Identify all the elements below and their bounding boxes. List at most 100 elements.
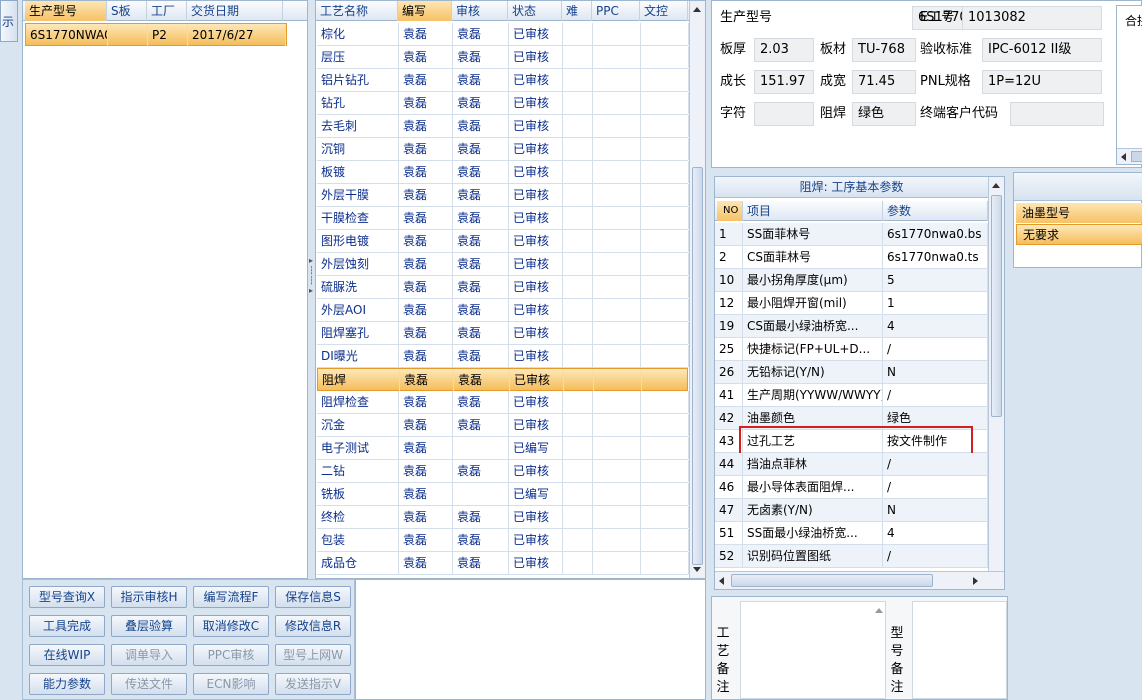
- process-row[interactable]: 板镀 袁磊 袁磊 已审核: [317, 161, 689, 184]
- param-row[interactable]: 19 CS面最小绿油桥宽... 4: [715, 315, 988, 338]
- param-row[interactable]: 1 SS面菲林号 6s1770nwa0.bs: [715, 223, 988, 246]
- params-col-no[interactable]: NO: [717, 201, 743, 221]
- board-material-field[interactable]: TU-768: [852, 38, 916, 62]
- legend-field[interactable]: [754, 102, 814, 126]
- params-hscroll-thumb[interactable]: [731, 574, 933, 587]
- edit-info-button[interactable]: 修改信息R: [275, 615, 351, 637]
- online-wip-button[interactable]: 在线WIP: [29, 644, 105, 666]
- process-col-reviewer[interactable]: 审核: [452, 1, 508, 21]
- process-row[interactable]: 二钻 袁磊 袁磊 已审核: [317, 460, 689, 483]
- params-col-item[interactable]: 项目: [743, 201, 883, 221]
- process-row[interactable]: 图形电镀 袁磊 袁磊 已审核: [317, 230, 689, 253]
- process-col-status[interactable]: 状态: [508, 1, 562, 21]
- process-row[interactable]: 阻焊塞孔 袁磊 袁磊 已审核: [317, 322, 689, 345]
- save-info-button[interactable]: 保存信息S: [275, 586, 351, 608]
- send-instruction-button[interactable]: 发送指示V: [275, 673, 351, 695]
- vertical-splitter[interactable]: ▸ ┆ ┆ ▸: [308, 0, 315, 579]
- model-online-button[interactable]: 型号上网W: [275, 644, 351, 666]
- left-edge-tab[interactable]: 示: [0, 0, 18, 42]
- scroll-up-icon[interactable]: [992, 183, 1000, 188]
- ink-header[interactable]: 油墨型号: [1016, 203, 1142, 223]
- process-row[interactable]: 电子测试 袁磊 已编写: [317, 437, 689, 460]
- ink-value[interactable]: 无要求: [1016, 224, 1142, 245]
- param-row[interactable]: 25 快捷标记(FP+UL+D... /: [715, 338, 988, 361]
- process-row[interactable]: DI曝光 袁磊 袁磊 已审核: [317, 345, 689, 368]
- process-row[interactable]: 阻焊 袁磊 袁磊 已审核: [317, 368, 690, 391]
- merge-hscroll-thumb[interactable]: [1131, 151, 1142, 162]
- process-col-writer[interactable]: 编写: [398, 1, 452, 21]
- process-row[interactable]: 铝片钻孔 袁磊 袁磊 已审核: [317, 69, 689, 92]
- process-notes-box[interactable]: [740, 601, 886, 699]
- order-col-model[interactable]: 生产型号: [25, 1, 107, 21]
- import-order-button[interactable]: 调单导入: [111, 644, 187, 666]
- review-instruction-button[interactable]: 指示审核H: [111, 586, 187, 608]
- process-col-name[interactable]: 工艺名称: [316, 1, 398, 21]
- process-col-doc-control[interactable]: 文控: [640, 1, 688, 21]
- param-row[interactable]: 26 无铅标记(Y/N) N: [715, 361, 988, 384]
- param-row[interactable]: 43 过孔工艺 按文件制作: [715, 430, 988, 453]
- tool-done-button[interactable]: 工具完成: [29, 615, 105, 637]
- process-row[interactable]: 外层AOI 袁磊 袁磊 已审核: [317, 299, 689, 322]
- scroll-down-icon[interactable]: [693, 567, 701, 572]
- process-row[interactable]: 铣板 袁磊 已编写: [317, 483, 689, 506]
- param-row[interactable]: 42 油墨颜色 绿色: [715, 407, 988, 430]
- acceptance-standard-field[interactable]: IPC-6012 II级: [982, 38, 1102, 62]
- order-row[interactable]: 6S1770NWA0 P2 2017/6/27: [25, 23, 287, 46]
- process-row[interactable]: 硫脲洗 袁磊 袁磊 已审核: [317, 276, 689, 299]
- scroll-right-icon[interactable]: [973, 577, 978, 585]
- params-hscroll[interactable]: [715, 571, 1004, 589]
- process-row[interactable]: 层压 袁磊 袁磊 已审核: [317, 46, 689, 69]
- process-col-difficulty[interactable]: 难: [562, 1, 592, 21]
- e-number-field[interactable]: 1013082: [962, 6, 1102, 30]
- order-col-s-board[interactable]: S板: [107, 1, 147, 21]
- params-vscroll-thumb[interactable]: [991, 195, 1002, 417]
- scroll-left-icon[interactable]: [1121, 153, 1126, 161]
- param-row[interactable]: 44 挡油点菲林 /: [715, 453, 988, 476]
- param-row[interactable]: 47 无卤素(Y/N) N: [715, 499, 988, 522]
- ecn-impact-button[interactable]: ECN影响: [193, 673, 269, 695]
- process-row[interactable]: 钻孔 袁磊 袁磊 已审核: [317, 92, 689, 115]
- cancel-edit-button[interactable]: 取消修改C: [193, 615, 269, 637]
- process-row[interactable]: 棕化 袁磊 袁磊 已审核: [317, 23, 689, 46]
- param-row[interactable]: 2 CS面菲林号 6s1770nwa0.ts: [715, 246, 988, 269]
- params-vscroll[interactable]: [988, 177, 1004, 571]
- process-row[interactable]: 去毛刺 袁磊 袁磊 已审核: [317, 115, 689, 138]
- process-row[interactable]: 沉金 袁磊 袁磊 已审核: [317, 414, 689, 437]
- process-row[interactable]: 外层蚀刻 袁磊 袁磊 已审核: [317, 253, 689, 276]
- param-row[interactable]: 12 最小阻焊开窗(mil) 1: [715, 292, 988, 315]
- process-row[interactable]: 终检 袁磊 袁磊 已审核: [317, 506, 689, 529]
- merge-hscroll[interactable]: [1117, 148, 1142, 164]
- write-flow-button[interactable]: 编写流程F: [193, 586, 269, 608]
- capability-params-button[interactable]: 能力参数: [29, 673, 105, 695]
- model-notes-box[interactable]: [912, 601, 1007, 699]
- param-row[interactable]: 52 识别码位置图纸 /: [715, 545, 988, 568]
- finished-length-field[interactable]: 151.97: [754, 70, 814, 94]
- param-row[interactable]: 10 最小拐角厚度(μm) 5: [715, 269, 988, 292]
- process-row[interactable]: 成品仓 袁磊 袁磊 已审核: [317, 552, 689, 575]
- scroll-up-icon[interactable]: [875, 608, 883, 613]
- process-row[interactable]: 外层干膜 袁磊 袁磊 已审核: [317, 184, 689, 207]
- panel-spec-field[interactable]: 1P=12U: [982, 70, 1102, 94]
- model-query-button[interactable]: 型号查询X: [29, 586, 105, 608]
- process-row[interactable]: 包装 袁磊 袁磊 已审核: [317, 529, 689, 552]
- stack-verify-button[interactable]: 叠层验算: [111, 615, 187, 637]
- end-customer-code-field[interactable]: [1010, 102, 1104, 126]
- scroll-up-icon[interactable]: [693, 7, 701, 12]
- param-row[interactable]: 51 SS面最小绿油桥宽... 4: [715, 522, 988, 545]
- params-col-value[interactable]: 参数: [883, 201, 988, 221]
- scroll-thumb[interactable]: [692, 167, 703, 565]
- solder-mask-field[interactable]: 绿色: [852, 102, 916, 126]
- send-file-button[interactable]: 传送文件: [111, 673, 187, 695]
- process-scrollbar[interactable]: [689, 1, 705, 578]
- ppc-review-button[interactable]: PPC审核: [193, 644, 269, 666]
- scroll-left-icon[interactable]: [719, 577, 724, 585]
- process-row[interactable]: 阻焊检查 袁磊 袁磊 已审核: [317, 391, 689, 414]
- process-row[interactable]: 沉铜 袁磊 袁磊 已审核: [317, 138, 689, 161]
- process-row[interactable]: 干膜检查 袁磊 袁磊 已审核: [317, 207, 689, 230]
- param-row[interactable]: 41 生产周期(YYWW/WWYY) /: [715, 384, 988, 407]
- order-col-delivery-date[interactable]: 交货日期: [187, 1, 283, 21]
- finished-width-field[interactable]: 71.45: [852, 70, 916, 94]
- order-col-factory[interactable]: 工厂: [147, 1, 187, 21]
- process-col-ppc[interactable]: PPC: [592, 1, 640, 21]
- param-row[interactable]: 46 最小导体表面阻焊... /: [715, 476, 988, 499]
